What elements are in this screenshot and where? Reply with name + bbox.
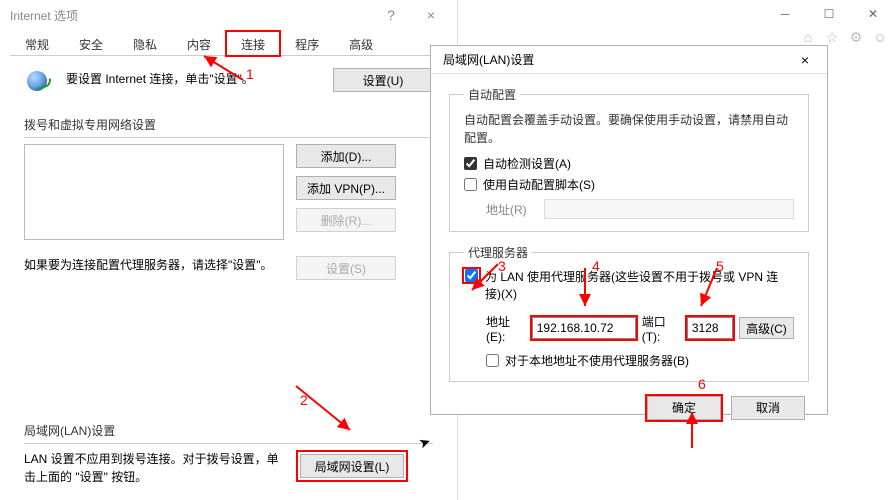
bypass-local-label: 对于本地地址不使用代理服务器(B) [505, 352, 689, 369]
connections-listbox[interactable] [24, 144, 284, 240]
internet-globe-icon [24, 68, 54, 98]
autoconfig-script-label: 使用自动配置脚本(S) [483, 176, 595, 193]
autoconfig-legend: 自动配置 [464, 86, 520, 103]
parent-maximize-button[interactable]: ☐ [807, 0, 851, 28]
internet-options-window: Internet 选项 ? × 常规 安全 隐私 内容 连接 程序 高级 要设置… [0, 0, 458, 500]
bypass-local-checkbox[interactable] [486, 354, 499, 367]
smile-icon[interactable]: ☺ [871, 28, 889, 46]
tab-privacy[interactable]: 隐私 [118, 31, 172, 56]
remove-connection-button: 删除(R)... [296, 208, 396, 232]
cancel-button[interactable]: 取消 [731, 396, 805, 420]
lan-dialog-close-button[interactable]: × [791, 49, 819, 71]
home-icon[interactable]: ⌂ [799, 28, 817, 46]
add-connection-button[interactable]: 添加(D)... [296, 144, 396, 168]
autoconfig-desc: 自动配置会覆盖手动设置。要确保使用手动设置，请禁用自动配置。 [464, 111, 794, 147]
lan-settings-button[interactable]: 局域网设置(L) [300, 454, 404, 478]
proxy-port-input[interactable] [687, 317, 733, 339]
options-tabstrip: 常规 安全 隐私 内容 连接 程序 高级 [10, 30, 447, 56]
star-icon[interactable]: ☆ [823, 28, 841, 46]
internet-setup-text: 要设置 Internet 连接，单击"设置"。 [66, 68, 321, 88]
autodetect-label: 自动检测设置(A) [483, 155, 571, 172]
proxy-port-label: 端口(T): [642, 313, 681, 344]
tab-advanced[interactable]: 高级 [334, 31, 388, 56]
divider [24, 137, 433, 138]
proxy-legend: 代理服务器 [464, 244, 532, 261]
options-titlebar: Internet 选项 ? × [0, 0, 457, 30]
options-close-button[interactable]: × [411, 1, 451, 29]
ok-button[interactable]: 确定 [647, 396, 721, 420]
lan-dialog-titlebar: 局域网(LAN)设置 × [431, 46, 827, 74]
use-proxy-label: 为 LAN 使用代理服务器(这些设置不用于拨号或 VPN 连接)(X) [485, 269, 794, 303]
gear-icon[interactable]: ⚙ [847, 28, 865, 46]
parent-close-button[interactable]: ✕ [851, 0, 895, 28]
options-title: Internet 选项 [10, 7, 371, 24]
divider [24, 443, 433, 444]
connection-settings-button: 设置(S) [296, 256, 396, 280]
autoconfig-url-input [544, 199, 794, 219]
proxy-hint-text: 如果要为连接配置代理服务器，请选择"设置"。 [24, 256, 284, 273]
help-button[interactable]: ? [371, 1, 411, 29]
add-vpn-button[interactable]: 添加 VPN(P)... [296, 176, 396, 200]
lan-hint-text: LAN 设置不应用到拨号连接。对于拨号设置，单击上面的 "设置" 按钮。 [24, 450, 284, 486]
lan-section-label: 局域网(LAN)设置 [24, 422, 433, 439]
parent-minimize-button[interactable]: ─ [763, 0, 807, 28]
tab-general[interactable]: 常规 [10, 31, 64, 56]
proxy-group: 代理服务器 为 LAN 使用代理服务器(这些设置不用于拨号或 VPN 连接)(X… [449, 244, 809, 382]
autoconfig-url-label: 地址(R) [486, 201, 538, 218]
setup-button[interactable]: 设置(U) [333, 68, 433, 92]
use-proxy-checkbox[interactable] [465, 269, 478, 282]
proxy-address-input[interactable] [532, 317, 636, 339]
lan-settings-dialog: 局域网(LAN)设置 × 自动配置 自动配置会覆盖手动设置。要确保使用手动设置，… [430, 45, 828, 415]
dial-section-label: 拨号和虚拟专用网络设置 [24, 116, 433, 133]
lan-dialog-title: 局域网(LAN)设置 [443, 51, 791, 68]
tab-security[interactable]: 安全 [64, 31, 118, 56]
autoconfig-group: 自动配置 自动配置会覆盖手动设置。要确保使用手动设置，请禁用自动配置。 自动检测… [449, 86, 809, 232]
proxy-advanced-button[interactable]: 高级(C) [739, 317, 794, 339]
autodetect-checkbox[interactable] [464, 157, 477, 170]
tab-programs[interactable]: 程序 [280, 31, 334, 56]
tab-connections[interactable]: 连接 [226, 31, 280, 56]
autoconfig-script-checkbox[interactable] [464, 178, 477, 191]
tab-content[interactable]: 内容 [172, 31, 226, 56]
proxy-address-label: 地址(E): [486, 313, 526, 344]
